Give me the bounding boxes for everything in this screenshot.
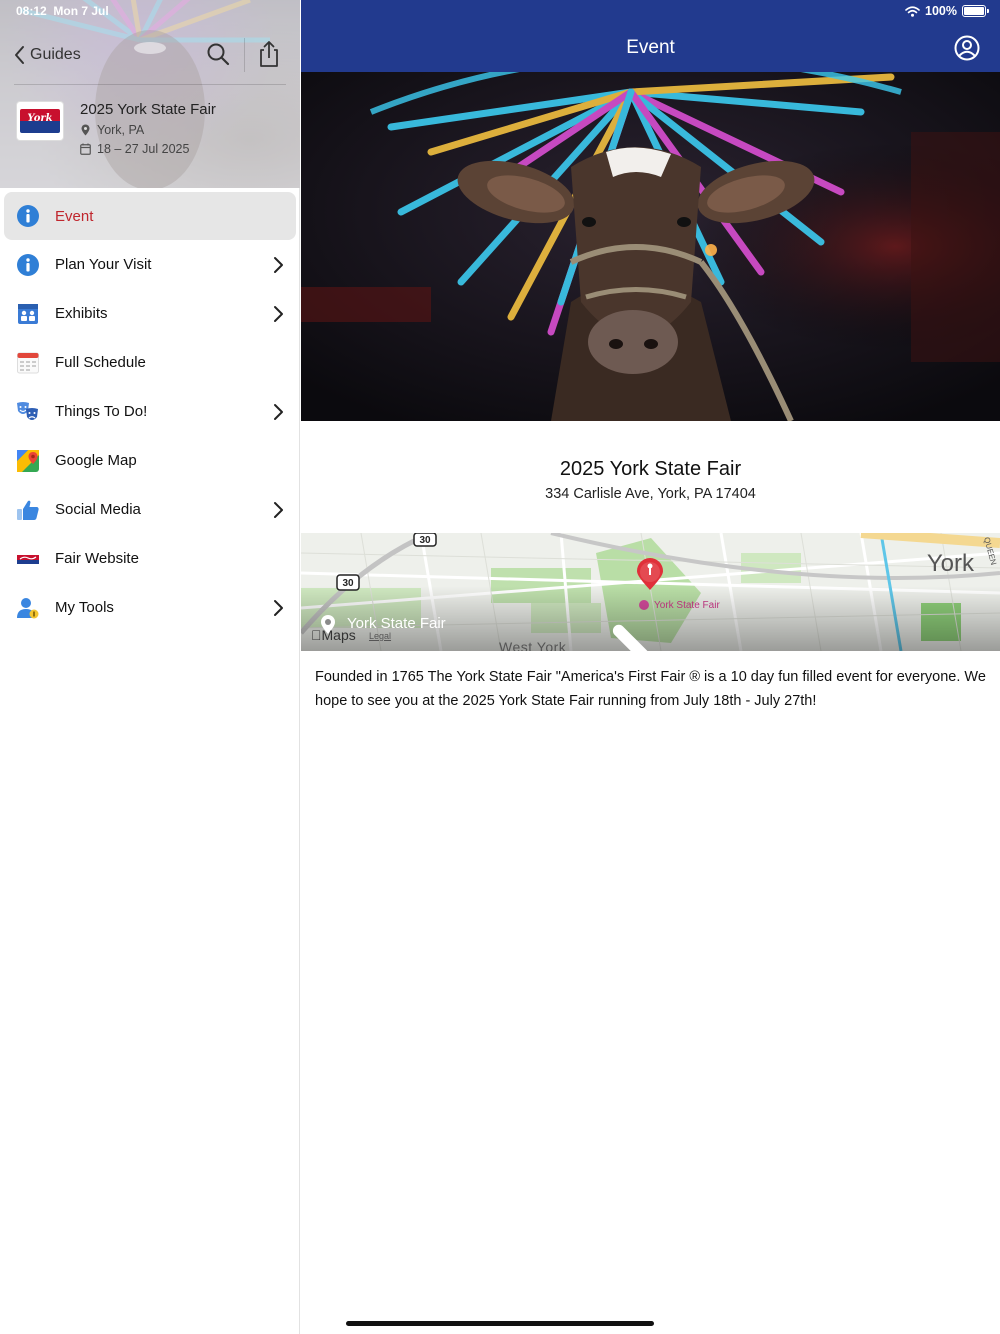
guide-menu: Event Plan Your Visit Exhibits Full Sche… xyxy=(0,192,300,632)
sidebar-item-exhibits[interactable]: Exhibits xyxy=(0,289,300,338)
navigation-bar: 100% Event xyxy=(301,0,1000,72)
status-indicators: 100% xyxy=(905,4,989,18)
chevron-right-icon xyxy=(612,624,648,651)
sidebar-item-label: My Tools xyxy=(55,599,114,616)
guide-header: 08:12 Mon 7 Jul Guides York 2025 York St… xyxy=(0,0,300,188)
calendar-icon xyxy=(17,352,39,373)
sidebar-item-full-schedule[interactable]: Full Schedule xyxy=(0,338,300,387)
guide-location: York, PA xyxy=(80,123,144,137)
back-label: Guides xyxy=(30,46,81,63)
user-tools-icon xyxy=(17,597,39,618)
event-address: 334 Carlisle Ave, York, PA 17404 xyxy=(545,486,756,502)
guide-title: 2025 York State Fair xyxy=(80,101,216,118)
share-icon[interactable] xyxy=(256,38,282,70)
fair-logo-icon xyxy=(17,554,39,564)
map-poi-label: York State Fair xyxy=(654,600,720,611)
search-icon[interactable] xyxy=(204,40,232,68)
chevron-right-icon xyxy=(274,599,283,616)
sidebar-item-plan-your-visit[interactable]: Plan Your Visit xyxy=(0,240,300,289)
event-dates-link[interactable]: from July 18th - July 27th xyxy=(650,693,812,709)
thumbs-up-icon xyxy=(17,500,39,520)
info-icon xyxy=(17,253,39,276)
page-title: Event xyxy=(626,37,675,58)
chevron-left-icon xyxy=(15,46,24,64)
event-title: 2025 York State Fair xyxy=(559,458,742,480)
battery-percent: 100% xyxy=(925,4,957,18)
guide-dates: 18 – 27 Jul 2025 xyxy=(80,142,189,156)
chevron-right-icon xyxy=(274,305,283,322)
sidebar-item-label: Things To Do! xyxy=(55,403,148,420)
sidebar-item-label: Social Media xyxy=(55,501,141,518)
theater-masks-icon xyxy=(17,401,38,420)
exhibits-icon xyxy=(18,303,38,324)
sidebar-item-fair-website[interactable]: Fair Website xyxy=(0,534,300,583)
sidebar-item-label: Full Schedule xyxy=(55,354,146,371)
sidebar-item-label: Exhibits xyxy=(55,305,108,322)
status-time: 08:12 Mon 7 Jul xyxy=(16,4,109,18)
guide-logo: York xyxy=(16,101,64,141)
chevron-right-icon xyxy=(274,403,283,420)
sidebar-item-google-map[interactable]: Google Map xyxy=(0,436,300,485)
sidebar-item-event[interactable]: Event xyxy=(4,192,296,240)
header-divider xyxy=(244,38,245,72)
event-description: Founded in 1765 The York State Fair "Ame… xyxy=(315,669,986,709)
sidebar-item-label: Fair Website xyxy=(55,550,139,567)
sidebar-item-social-media[interactable]: Social Media xyxy=(0,485,300,534)
calf-ferris-wheel-photo xyxy=(301,72,1000,421)
chevron-right-icon xyxy=(274,256,283,273)
map-city-label: York xyxy=(926,550,974,577)
location-pin-icon xyxy=(81,124,90,136)
sidebar-item-label: Plan Your Visit xyxy=(55,256,152,273)
home-indicator xyxy=(346,1321,654,1326)
event-map-snapshot[interactable]: 30 30 QUEEN York Yo xyxy=(301,533,1000,651)
event-hero-image xyxy=(301,72,1000,421)
chevron-right-icon xyxy=(274,501,283,518)
sidebar: 08:12 Mon 7 Jul Guides York 2025 York St… xyxy=(0,0,300,1334)
back-to-guides-button[interactable]: Guides xyxy=(12,42,81,68)
sidebar-item-label: Event xyxy=(55,207,94,225)
info-icon xyxy=(17,205,39,227)
main-content: 100% Event 2025 York State Fair 334 Carl… xyxy=(301,0,1000,1334)
sidebar-item-my-tools[interactable]: My Tools xyxy=(0,583,300,632)
header-rule xyxy=(14,84,286,85)
calendar-small-icon xyxy=(80,143,91,155)
wifi-icon xyxy=(905,5,920,17)
sidebar-item-things-to-do[interactable]: Things To Do! xyxy=(0,387,300,436)
google-maps-icon xyxy=(17,449,39,472)
sidebar-item-label: Google Map xyxy=(55,452,137,469)
profile-icon[interactable] xyxy=(954,35,980,61)
battery-icon xyxy=(962,5,989,17)
